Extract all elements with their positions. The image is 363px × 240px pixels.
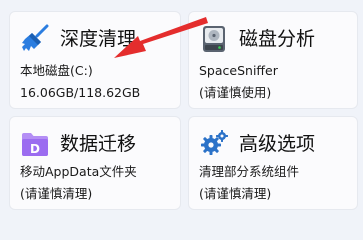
move-appdata-label: 移动AppData文件夹 [20, 164, 137, 179]
advanced-options-card[interactable]: 高级选项 清理部分系统组件 (请谨慎清理) [188, 116, 358, 210]
folder-d-icon: D [22, 133, 48, 156]
clean-system-components-label: 清理部分系统组件 [199, 164, 300, 179]
data-migration-card[interactable]: D 数据迁移 移动AppData文件夹 (请谨慎清理) [9, 116, 181, 210]
deep-clean-title: 深度清理 [60, 28, 137, 50]
deep-clean-card[interactable]: 深度清理 本地磁盘(C:) 16.06GB/118.62GB [9, 11, 181, 109]
advanced-options-title: 高级选项 [239, 133, 316, 155]
use-caution-note: (请谨慎使用) [199, 85, 272, 100]
drive-label: 本地磁盘(C:) [20, 63, 93, 78]
drive-usage: 16.06GB/118.62GB [20, 85, 141, 100]
spacesniffer-label: SpaceSniffer [199, 63, 278, 78]
disk-analysis-title: 磁盘分析 [239, 28, 316, 50]
clean-caution-note: (请谨慎清理) [199, 186, 272, 201]
data-migration-title: 数据迁移 [60, 133, 137, 155]
svg-text:D: D [30, 142, 40, 156]
hard-drive-icon [203, 26, 225, 52]
gears-icon [201, 130, 228, 155]
broom-icon [22, 24, 49, 51]
disk-analysis-card[interactable]: 磁盘分析 SpaceSniffer (请谨慎使用) [188, 11, 358, 109]
clean-caution-note: (请谨慎清理) [20, 186, 93, 201]
